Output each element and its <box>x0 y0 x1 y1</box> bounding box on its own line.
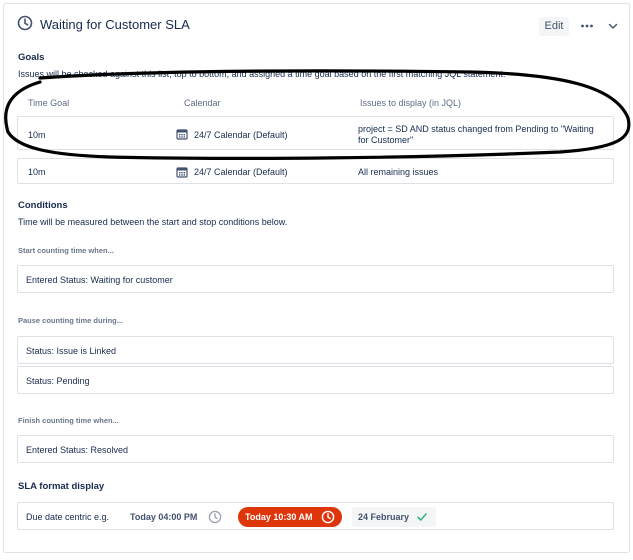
sla-format-row: Due date centric e.g. Today 04:00 PM Tod… <box>17 502 614 530</box>
sla-today-overdue: Today 10:30 AM <box>245 512 313 522</box>
check-icon <box>417 513 427 521</box>
sla-format-title: SLA format display <box>18 481 105 492</box>
clock-icon <box>321 510 335 524</box>
calendar-icon <box>176 167 188 178</box>
edit-button[interactable]: Edit <box>539 17 569 36</box>
pause-label: Pause counting time during... <box>18 316 124 325</box>
condition-text: Entered Status: Waiting for customer <box>26 275 173 285</box>
condition-row: Entered Status: Waiting for customer <box>17 265 614 293</box>
sla-format-label: Due date centric e.g. <box>26 512 110 522</box>
sla-overdue-badge: Today 10:30 AM <box>238 507 342 527</box>
condition-row: Entered Status: Resolved <box>17 435 614 463</box>
sla-date-done: 24 February <box>358 512 410 522</box>
sla-title: Waiting for Customer SLA <box>40 17 190 32</box>
goal-time: 10m <box>28 130 46 140</box>
conditions-title: Conditions <box>18 200 68 211</box>
col-jql: Issues to display (in JQL) <box>360 98 462 108</box>
sla-today-normal: Today 04:00 PM <box>130 512 198 522</box>
col-time-goal: Time Goal <box>28 98 70 108</box>
goals-description: Issues will be checked against this list… <box>18 69 506 79</box>
sla-done-badge: 24 February <box>352 507 436 527</box>
sla-card: Waiting for Customer SLA Edit Goals Issu… <box>3 3 630 553</box>
conditions-description: Time will be measured between the start … <box>18 217 288 227</box>
clock-icon <box>208 510 222 524</box>
clock-icon <box>17 15 33 31</box>
goal-row: 10m 24/7 Calendar (Default) All remainin… <box>17 158 614 184</box>
condition-text: Status: Pending <box>26 376 90 386</box>
goal-jql: project = SD AND status changed from Pen… <box>358 124 594 145</box>
goals-title: Goals <box>18 52 45 63</box>
goal-jql: All remaining issues <box>358 167 439 177</box>
goal-calendar: 24/7 Calendar (Default) <box>194 130 288 140</box>
start-label: Start counting time when... <box>18 246 114 255</box>
condition-row: Status: Pending <box>17 366 614 394</box>
finish-label: Finish counting time when... <box>18 416 119 425</box>
calendar-icon <box>176 129 188 140</box>
goal-calendar: 24/7 Calendar (Default) <box>194 167 288 177</box>
condition-text: Status: Issue is Linked <box>26 346 117 356</box>
col-calendar: Calendar <box>184 98 221 108</box>
goal-row: 10m 24/7 Calendar (Default) project = SD… <box>17 116 614 150</box>
condition-row: Status: Issue is Linked <box>17 336 614 364</box>
goal-time: 10m <box>28 167 46 177</box>
condition-text: Entered Status: Resolved <box>26 445 129 455</box>
chevron-down-icon[interactable] <box>607 20 619 32</box>
sla-header[interactable]: Waiting for Customer SLA Edit <box>4 4 629 44</box>
more-icon[interactable] <box>580 19 594 33</box>
